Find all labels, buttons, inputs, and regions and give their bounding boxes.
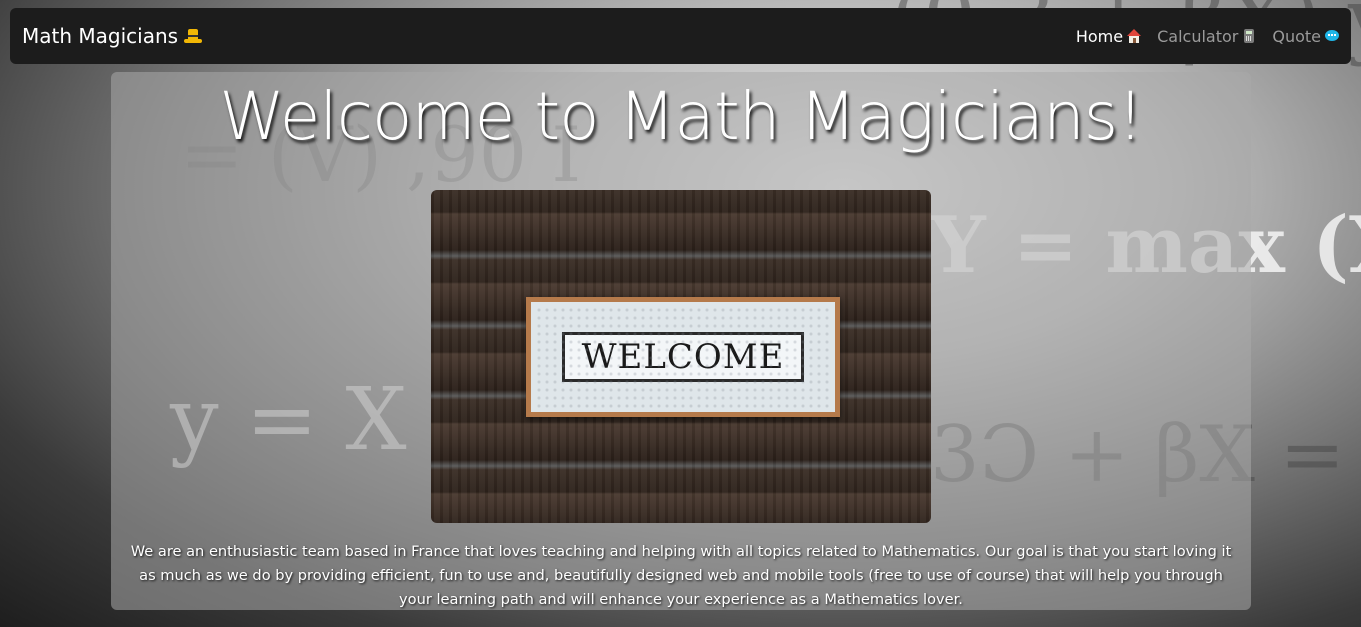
magic-hat-icon (182, 25, 204, 47)
house-icon (1127, 29, 1142, 43)
intro-paragraph: We are an enthusiastic team based in Fra… (130, 543, 1232, 608)
nav-links: Home Calculator Quote (1076, 27, 1339, 46)
welcome-sign-text: WELCOME (562, 332, 804, 382)
nav-link-label: Home (1075, 26, 1124, 46)
nav-link-calculator[interactable]: Calculator (1157, 27, 1256, 46)
calculator-icon (1242, 29, 1256, 43)
nav-link-home[interactable]: Home (1075, 26, 1142, 46)
welcome-sign: WELCOME (526, 297, 840, 417)
brand[interactable]: Math Magicians (22, 24, 204, 48)
brand-title: Math Magicians (22, 24, 179, 48)
welcome-panel: Welcome to Math Magicians! WELCOME We ar… (111, 72, 1251, 610)
nav-link-label: Calculator (1157, 26, 1239, 46)
nav-link-quote[interactable]: Quote (1272, 27, 1339, 46)
navbar: Math Magicians Home Calculator Quote (10, 8, 1351, 64)
welcome-sign-image: WELCOME (431, 190, 931, 523)
speech-bubble-icon (1325, 29, 1339, 43)
page-title: Welcome to Math Magicians! (219, 78, 1143, 155)
nav-link-label: Quote (1272, 26, 1321, 46)
